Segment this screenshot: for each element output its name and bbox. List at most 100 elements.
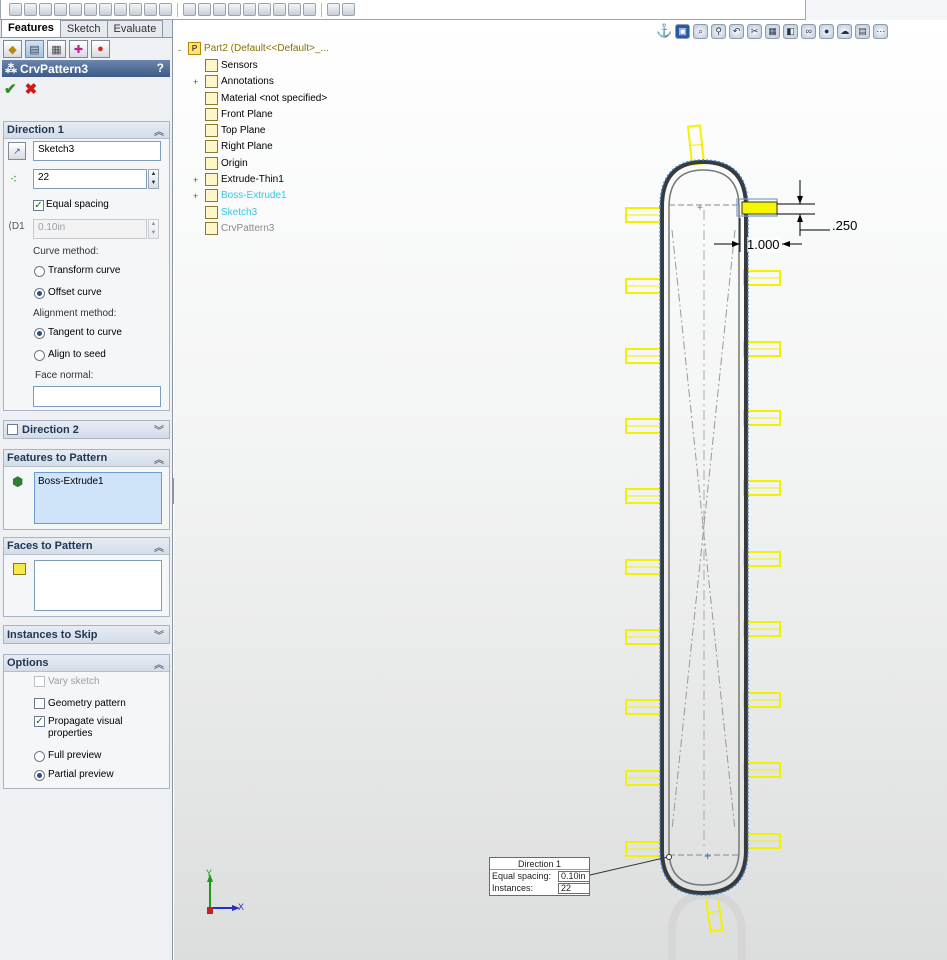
mirror-icon[interactable] (213, 3, 226, 16)
expand-chevron-icon[interactable]: ︾ (154, 422, 164, 437)
pattern-icon[interactable] (198, 3, 211, 16)
direction1-header[interactable]: Direction 1 ︽ (4, 122, 169, 139)
curves-icon[interactable] (303, 3, 316, 16)
options-header[interactable]: Options ︽ (4, 655, 169, 672)
configuration-manager-tab[interactable]: ▦ (47, 40, 66, 58)
previous-view-icon[interactable]: ↶ (729, 23, 745, 39)
tree-item[interactable]: Annotations (205, 75, 274, 88)
zoom-to-area-icon[interactable]: ⌕ (693, 23, 709, 39)
open-icon[interactable] (24, 3, 37, 16)
extrude-icon[interactable] (114, 3, 127, 16)
display-style-icon[interactable]: ◧ (783, 23, 799, 39)
tree-item[interactable]: Sensors (205, 59, 258, 72)
list-item[interactable]: Boss-Extrude1 (38, 476, 158, 487)
callout-spacing-field[interactable]: 0.10in (558, 871, 590, 882)
view-orientation-icon[interactable]: ▦ (765, 23, 781, 39)
sweep-icon[interactable] (144, 3, 157, 16)
section-view-icon[interactable]: ✂ (747, 23, 763, 39)
ok-button[interactable]: ✔ (4, 80, 17, 98)
tab-sketch[interactable]: Sketch (59, 20, 108, 37)
zoom-icon[interactable]: ⚲ (711, 23, 727, 39)
spacing-field[interactable]: 0.10in (33, 219, 147, 239)
revolve-icon[interactable] (129, 3, 142, 16)
options-icon[interactable] (99, 3, 112, 16)
transform-curve-radio[interactable] (34, 266, 45, 277)
dimension-width[interactable]: 1.000 (747, 237, 780, 252)
tree-item[interactable]: Boss-Extrude1 (205, 189, 287, 202)
faces-list[interactable] (34, 560, 162, 611)
collapse-chevron-icon[interactable]: ︽ (154, 451, 164, 466)
ref-geometry-icon[interactable] (327, 3, 340, 16)
dome-icon[interactable] (288, 3, 301, 16)
instant3d-icon[interactable] (342, 3, 355, 16)
apply-scene-icon[interactable]: ☁ (837, 23, 853, 39)
shell-icon[interactable] (243, 3, 256, 16)
direction2-checkbox[interactable] (7, 424, 18, 435)
tangent-to-curve-radio[interactable] (34, 328, 45, 339)
expand-toggle[interactable]: + (193, 191, 198, 201)
new-icon[interactable] (9, 3, 22, 16)
instances-field[interactable]: 22 (33, 169, 147, 189)
collapse-chevron-icon[interactable]: ︽ (154, 123, 164, 138)
tree-item[interactable]: Right Plane (205, 140, 273, 153)
rebuild-icon[interactable] (84, 3, 97, 16)
geometry-pattern-checkbox[interactable] (34, 698, 45, 709)
expand-toggle[interactable]: + (193, 77, 198, 87)
view-settings-icon[interactable]: ▤ (855, 23, 871, 39)
expand-toggle[interactable]: + (193, 175, 198, 185)
collapse-chevron-icon[interactable]: ︽ (154, 539, 164, 554)
tree-root-part[interactable]: P Part2 (Default<<Default>_... (188, 42, 329, 55)
features-to-pattern-header[interactable]: Features to Pattern ︽ (4, 450, 169, 467)
equal-spacing-checkbox[interactable]: ✓ (33, 200, 44, 211)
tree-item[interactable]: Sketch3 (205, 206, 257, 219)
cancel-button[interactable]: ✖ (25, 80, 38, 98)
expand-chevron-icon[interactable]: ︾ (154, 627, 164, 642)
faces-to-pattern-header[interactable]: Faces to Pattern ︽ (4, 538, 169, 555)
full-preview-radio[interactable] (34, 751, 45, 762)
face-normal-field[interactable] (33, 386, 161, 407)
partial-preview-radio[interactable] (34, 770, 45, 781)
draft-icon[interactable] (258, 3, 271, 16)
help-button[interactable]: ? (157, 61, 164, 75)
zoom-to-fit-icon[interactable]: ▣ (675, 23, 691, 39)
model-drawing[interactable]: + + * (174, 20, 947, 960)
more-icon[interactable]: ⋯ (873, 23, 889, 39)
rib-icon[interactable] (228, 3, 241, 16)
property-manager-tab[interactable]: ▤ (25, 40, 44, 58)
feature-manager-tab[interactable]: ◆ (3, 40, 22, 58)
tab-features[interactable]: Features (1, 19, 61, 37)
instances-spinner[interactable]: ▲ ▼ (148, 169, 159, 189)
reverse-direction-icon[interactable]: ↗ (8, 142, 26, 160)
tree-item[interactable]: Front Plane (205, 108, 273, 121)
align-to-seed-radio[interactable] (34, 350, 45, 361)
tree-item[interactable]: Origin (205, 157, 248, 170)
vary-sketch-checkbox[interactable] (34, 676, 45, 687)
tree-item[interactable]: Top Plane (205, 124, 265, 137)
loft-icon[interactable] (159, 3, 172, 16)
callout-instances-field[interactable]: 22 (558, 883, 590, 894)
undo-icon[interactable] (69, 3, 82, 16)
collapse-chevron-icon[interactable]: ︽ (154, 656, 164, 671)
edit-appearance-icon[interactable]: ● (819, 23, 835, 39)
pin-icon[interactable]: ⚓ (656, 23, 672, 39)
fillet-icon[interactable] (183, 3, 196, 16)
graphics-area[interactable]: + + * .250 1.000 Y X (174, 20, 947, 960)
tab-evaluate[interactable]: Evaluate (106, 20, 164, 37)
wrap-icon[interactable] (273, 3, 286, 16)
dimxpert-manager-tab[interactable]: ✚ (69, 40, 88, 58)
collapse-toggle[interactable]: - (178, 45, 181, 55)
spacing-spinner[interactable]: ▲ ▼ (148, 219, 159, 239)
tree-item[interactable]: Extrude-Thin1 (205, 173, 284, 186)
display-manager-tab[interactable]: ● (91, 40, 110, 58)
instances-to-skip-header[interactable]: Instances to Skip ︾ (4, 626, 169, 643)
dimension-height[interactable]: .250 (832, 218, 857, 233)
direction2-header[interactable]: Direction 2 ︾ (4, 421, 169, 438)
tree-item[interactable]: CrvPattern3 (205, 222, 274, 235)
tree-item[interactable]: Material <not specified> (205, 92, 327, 105)
propagate-visual-checkbox[interactable]: ✓ (34, 716, 45, 727)
print-icon[interactable] (54, 3, 67, 16)
offset-curve-radio[interactable] (34, 288, 45, 299)
save-icon[interactable] (39, 3, 52, 16)
hide-show-icon[interactable]: ∞ (801, 23, 817, 39)
features-list[interactable]: Boss-Extrude1 (34, 472, 162, 524)
